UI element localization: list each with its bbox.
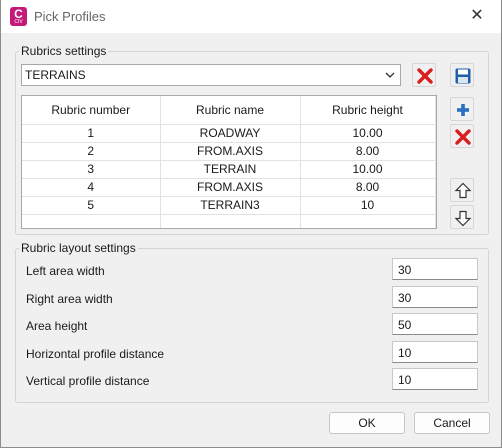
rubric-number-cell[interactable]	[22, 214, 161, 228]
table-row[interactable]: 5 TERRAIN3 10	[22, 196, 436, 215]
rubric-name-cell[interactable]: FROM.AXIS	[160, 178, 301, 197]
horizontal-profile-distance-label: Horizontal profile distance	[26, 347, 165, 361]
red-x-icon	[417, 68, 433, 84]
rubric-name-cell[interactable]: FROM.AXIS	[160, 142, 301, 161]
rubric-name-cell[interactable]: ROADWAY	[160, 124, 301, 143]
right-area-width-field[interactable]: 30	[392, 286, 478, 308]
rubric-name-cell[interactable]	[160, 214, 301, 228]
rubric-height-cell[interactable]: 10.00	[300, 124, 436, 143]
rubric-number-cell[interactable]: 2	[22, 142, 161, 161]
column-header[interactable]: Rubric number	[22, 96, 161, 125]
ok-button[interactable]: OK	[329, 412, 405, 434]
column-header[interactable]: Rubric name	[160, 96, 301, 125]
rubric-height-cell[interactable]: 8.00	[300, 142, 436, 161]
area-height-value: 50	[398, 318, 412, 332]
rubric-number-cell[interactable]: 4	[22, 178, 161, 197]
red-x-icon	[455, 129, 471, 145]
arrow-down-icon	[454, 210, 472, 227]
move-up-button[interactable]	[450, 178, 474, 202]
left-area-width-label: Left area width	[26, 264, 105, 278]
rubric-height-cell[interactable]: 8.00	[300, 178, 436, 197]
close-icon[interactable]: ✕	[467, 6, 487, 26]
rubric-number-cell[interactable]: 1	[22, 124, 161, 143]
area-height-label: Area height	[26, 319, 88, 333]
rubric-number-cell[interactable]: 5	[22, 196, 161, 215]
blue-plus-icon	[457, 104, 469, 116]
rubric-name-cell[interactable]: TERRAIN3	[160, 196, 301, 215]
vertical-profile-distance-value: 10	[398, 373, 412, 387]
table-row[interactable]: 2 FROM.AXIS 8.00	[22, 142, 436, 161]
left-area-width-field[interactable]: 30	[392, 258, 478, 280]
rubric-set-dropdown[interactable]: TERRAINS	[21, 64, 401, 86]
pick-profiles-dialog: C CIV Pick Profiles ✕ Rubrics settings T…	[0, 0, 502, 448]
rubric-name-cell[interactable]: TERRAIN	[160, 160, 301, 179]
vertical-profile-distance-label: Vertical profile distance	[26, 374, 150, 388]
rubrics-settings-label: Rubrics settings	[19, 44, 109, 58]
rubric-height-cell[interactable]	[300, 214, 436, 228]
move-down-button[interactable]	[450, 205, 474, 229]
window-title: Pick Profiles	[34, 9, 106, 24]
column-header[interactable]: Rubric height	[300, 96, 436, 125]
rubrics-table: Rubric number Rubric name Rubric height …	[21, 95, 437, 229]
rubric-set-value: TERRAINS	[25, 68, 86, 82]
left-area-width-value: 30	[398, 263, 412, 277]
save-set-button[interactable]	[450, 63, 474, 87]
delete-set-button[interactable]	[412, 63, 436, 87]
rubric-layout-label: Rubric layout settings	[19, 241, 138, 255]
horizontal-profile-distance-field[interactable]: 10	[392, 341, 478, 363]
rubric-height-cell[interactable]: 10	[300, 196, 436, 215]
add-rubric-button[interactable]	[450, 97, 474, 121]
area-height-field[interactable]: 50	[392, 313, 478, 335]
horizontal-profile-distance-value: 10	[398, 346, 412, 360]
floppy-disk-icon	[455, 68, 471, 84]
arrow-up-icon	[454, 182, 472, 199]
cancel-button[interactable]: Cancel	[414, 412, 490, 434]
app-icon: C CIV	[10, 7, 27, 26]
vertical-profile-distance-field[interactable]: 10	[392, 368, 478, 390]
chevron-down-icon	[385, 72, 395, 78]
delete-rubric-button[interactable]	[450, 124, 474, 148]
rubric-number-cell[interactable]: 3	[22, 160, 161, 179]
right-area-width-value: 30	[398, 291, 412, 305]
rubric-height-cell[interactable]: 10.00	[300, 160, 436, 179]
table-header-row: Rubric number Rubric name Rubric height	[22, 96, 436, 125]
table-row-new[interactable]	[22, 214, 436, 228]
table-row[interactable]: 4 FROM.AXIS 8.00	[22, 178, 436, 197]
rubrics-table-grid: Rubric number Rubric name Rubric height …	[22, 96, 436, 228]
table-row[interactable]: 1 ROADWAY 10.00	[22, 124, 436, 143]
right-area-width-label: Right area width	[26, 292, 113, 306]
title-bar: C CIV Pick Profiles ✕	[1, 0, 501, 33]
table-row[interactable]: 3 TERRAIN 10.00	[22, 160, 436, 179]
